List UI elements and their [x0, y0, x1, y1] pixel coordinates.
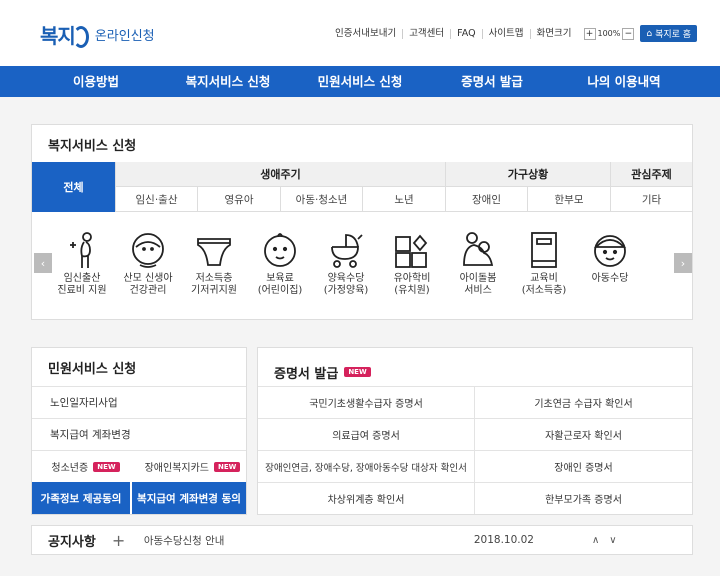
plus-icon[interactable]: +: [112, 531, 126, 550]
notice-link[interactable]: 아동수당신청 안내: [144, 533, 444, 548]
new-badge: NEW: [214, 461, 241, 472]
civil-item-account-change[interactable]: 복지급여 계좌변경: [32, 418, 246, 450]
cert-item[interactable]: 장애인 증명서: [475, 450, 692, 482]
civil-item-youth-card[interactable]: 청소년증 NEW: [32, 450, 139, 482]
carousel-next-button[interactable]: ›: [674, 253, 692, 273]
chevron-down-icon[interactable]: ∨: [609, 535, 616, 546]
service-item[interactable]: 유아학비 (유치원): [382, 229, 442, 297]
logo-mark: 복지: [40, 20, 89, 49]
tab-all[interactable]: 전체: [32, 162, 115, 212]
civil-item-disability-card[interactable]: 장애인복지카드 NEW: [139, 450, 246, 482]
nav-usage[interactable]: 이용방법: [30, 66, 162, 97]
blocks-icon: [395, 234, 428, 268]
logo[interactable]: 복지 온라인신청: [40, 18, 155, 50]
nav-certificate[interactable]: 증명서 발급: [426, 66, 558, 97]
cert-item[interactable]: 한부모가족 증명서: [475, 482, 692, 514]
notice-nav: ∧ ∨: [592, 535, 617, 546]
account-change-consent-button[interactable]: 복지급여 계좌변경 동의: [132, 482, 246, 514]
nav-my-history[interactable]: 나의 이용내역: [558, 66, 690, 97]
faq-link[interactable]: FAQ: [450, 28, 481, 39]
service-item[interactable]: 아이돌봄 서비스: [448, 229, 508, 297]
civil-item-senior-jobs[interactable]: 노인일자리사업: [32, 386, 246, 418]
tab-other[interactable]: 기타: [610, 187, 692, 212]
welfare-title: 복지서비스 신청: [48, 139, 137, 154]
chevron-up-icon[interactable]: ∧: [592, 535, 599, 546]
tab-disabled[interactable]: 장애인: [445, 187, 527, 212]
notice-date: 2018.10.02: [473, 534, 534, 546]
group-interest: 관심주제: [610, 162, 692, 187]
civil-service-panel: 민원서비스 신청 노인일자리사업 복지급여 계좌변경 청소년증 NEW 장애인복…: [31, 347, 247, 515]
carousel-prev-button[interactable]: ‹: [34, 253, 52, 273]
book-icon: [531, 232, 557, 268]
tab-infant[interactable]: 영유아: [197, 187, 280, 212]
cert-export-link[interactable]: 인증서내보내기: [335, 28, 402, 39]
service-item[interactable]: 양육수당 (가정양육): [316, 229, 376, 297]
zoom-level: 100%: [597, 29, 621, 38]
main-nav: 이용방법 복지서비스 신청 민원서비스 신청 증명서 발급 나의 이용내역: [0, 66, 720, 97]
customer-center-link[interactable]: 고객센터: [402, 28, 450, 39]
tab-youth[interactable]: 아동·청소년: [280, 187, 362, 212]
zoom-control: + 100% −: [583, 27, 635, 40]
tab-elderly[interactable]: 노년: [362, 187, 445, 212]
group-household: 가구상황: [445, 162, 610, 187]
service-item[interactable]: 교육비 (저소득층): [514, 229, 574, 297]
cert-item[interactable]: 의료급여 증명서: [258, 418, 475, 450]
site-header: 복지 온라인신청 인증서내보내기 고객센터 FAQ 사이트맵 화면크기 + 10…: [0, 0, 720, 66]
cert-item[interactable]: 기초연금 수급자 확인서: [475, 386, 692, 418]
service-item[interactable]: 아동수당: [580, 229, 640, 285]
service-item[interactable]: 산모 신생아 건강관리: [118, 229, 178, 297]
service-item[interactable]: 저소득층 기저귀지원: [184, 229, 244, 297]
sitemap-link[interactable]: 사이트맵: [481, 28, 530, 39]
cert-title: 증명서 발급 NEW: [258, 348, 692, 386]
nav-welfare-apply[interactable]: 복지서비스 신청: [162, 66, 294, 97]
cert-item[interactable]: 차상위계층 확인서: [258, 482, 475, 514]
diaper-icon: [197, 238, 231, 266]
category-tabs: 전체 생애주기 가구상황 관심주제 임신·출산 영유아 아동·청소년 노년 장애…: [32, 162, 692, 212]
welfare-panel: 복지서비스 신청 전체 생애주기 가구상황 관심주제 임신·출산 영유아 아동·…: [31, 124, 693, 320]
civil-title: 민원서비스 신청: [32, 348, 246, 386]
screen-size-label: 화면크기: [529, 28, 578, 39]
tab-pregnancy[interactable]: 임신·출산: [115, 187, 197, 212]
service-item[interactable]: 보육료 (어린이집): [250, 229, 310, 297]
child-icon: [593, 235, 627, 267]
pregnant-icon: [70, 232, 92, 268]
logo-text: 온라인신청: [94, 28, 155, 44]
service-carousel: ‹ › 임신출산 진료비 지원 산모 신생아 건강관리 저소득층 기저귀지원 보…: [32, 215, 692, 315]
cert-item[interactable]: 자활근로자 확인서: [475, 418, 692, 450]
family-info-consent-button[interactable]: 가족정보 제공동의: [32, 482, 130, 514]
cert-item[interactable]: 국민기초생활수급자 증명서: [258, 386, 475, 418]
certificate-panel: 증명서 발급 NEW 국민기초생활수급자 증명서 기초연금 수급자 확인서 의료…: [257, 347, 693, 515]
baby-face-icon: [264, 233, 296, 267]
service-item[interactable]: 임신출산 진료비 지원: [52, 229, 112, 297]
home-icon: ⌂: [646, 28, 653, 39]
tab-single-parent[interactable]: 한부모: [527, 187, 610, 212]
notice-title: 공지사항: [48, 534, 96, 550]
notice-bar: 공지사항 + 아동수당신청 안내 2018.10.02 ∧ ∨: [31, 525, 693, 555]
newborn-icon: [132, 233, 164, 268]
stroller-icon: [331, 234, 363, 268]
home-button[interactable]: ⌂ 복지로 홈: [640, 25, 698, 42]
utility-nav: 인증서내보내기 고객센터 FAQ 사이트맵 화면크기 + 100% − ⌂ 복지…: [335, 25, 698, 42]
group-lifecycle: 생애주기: [115, 162, 445, 187]
new-badge: NEW: [93, 461, 120, 472]
cert-item[interactable]: 장애인연금, 장애수당, 장애아동수당 대상자 확인서: [258, 450, 475, 482]
new-badge: NEW: [344, 367, 371, 377]
caregiver-icon: [463, 232, 494, 266]
zoom-in-button[interactable]: +: [583, 27, 596, 40]
nav-civil-apply[interactable]: 민원서비스 신청: [294, 66, 426, 97]
zoom-out-button[interactable]: −: [622, 27, 635, 40]
